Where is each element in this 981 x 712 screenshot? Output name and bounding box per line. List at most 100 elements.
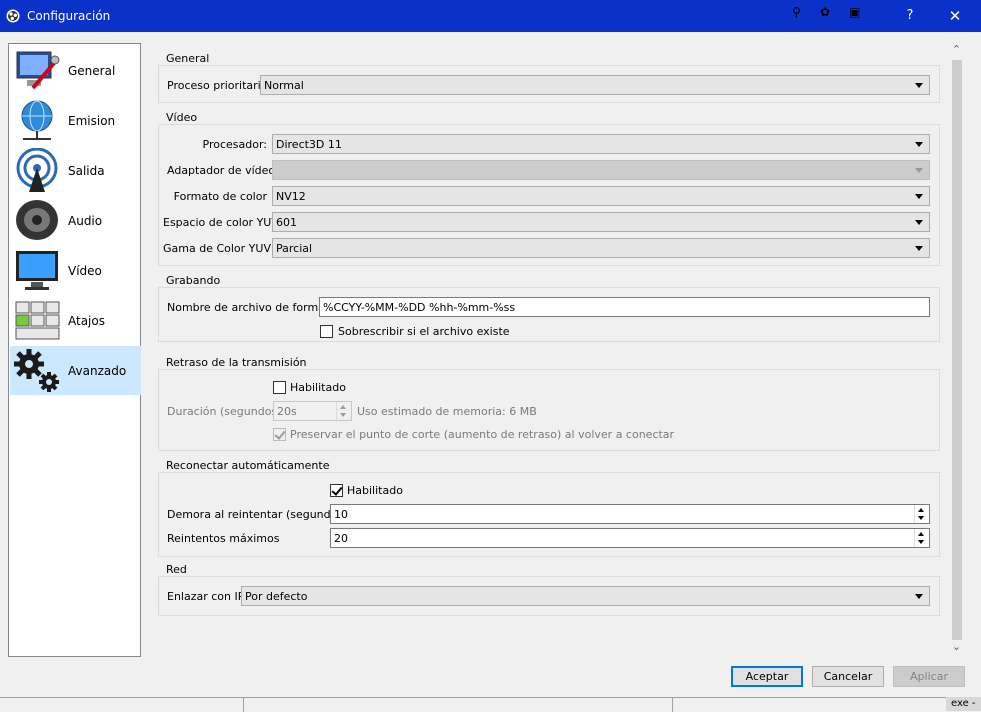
apply-button[interactable]: Aplicar	[893, 666, 965, 687]
duration-value: 20s	[277, 405, 297, 418]
checkmark-icon	[331, 484, 343, 496]
taskbar-fragment-text: exe -	[951, 698, 976, 709]
yuv-space-label: Espacio de color YUV	[163, 216, 279, 229]
spin-up-icon	[918, 532, 924, 536]
max-retries-label: Reintentos máximos	[167, 532, 280, 545]
divider	[672, 698, 673, 712]
spin-down-icon	[918, 516, 924, 520]
scrollbar-thumb[interactable]	[952, 60, 962, 640]
vertical-scrollbar[interactable]: ⌃ ⌄	[948, 43, 965, 657]
sidebar-item-label: Atajos	[68, 314, 105, 328]
yuv-range-label: Gama de Color YUV	[163, 242, 271, 255]
max-retries-spin-buttons[interactable]	[914, 529, 929, 547]
monitor-wrench-icon	[16, 51, 60, 90]
sidebar-item-audio[interactable]: Audio	[10, 196, 141, 245]
filename-format-input[interactable]: %CCYY-%MM-%DD %hh-%mm-%ss	[319, 297, 930, 317]
stream-delay-enabled-checkbox[interactable]	[273, 381, 286, 394]
color-format-select[interactable]: NV12	[272, 186, 930, 206]
reconnect-enabled-checkbox[interactable]	[330, 484, 343, 497]
stream-delay-group-title: Retraso de la transmisión	[166, 356, 307, 369]
adapter-select[interactable]	[272, 160, 930, 180]
retry-delay-spinbox[interactable]: 10	[330, 504, 930, 524]
video-group-title: Vídeo	[166, 111, 198, 124]
priority-select[interactable]: Normal	[260, 75, 930, 95]
accept-button[interactable]: Aceptar	[731, 666, 803, 687]
priority-label: Proceso prioritario	[167, 79, 268, 92]
max-retries-value: 20	[334, 532, 348, 545]
pin-icon: ⚲	[792, 5, 801, 19]
spin-down-icon	[918, 540, 924, 544]
taskbar-fragment: exe -	[946, 697, 981, 711]
spin-down-icon	[340, 413, 346, 417]
obs-logo-icon	[6, 9, 20, 23]
sidebar-item-label: Vídeo	[68, 264, 102, 278]
renderer-value: Direct3D 11	[276, 138, 342, 151]
background-window-strip	[0, 697, 981, 712]
globe-network-icon	[21, 100, 53, 140]
title-bar: Configuración ⚲ ✿ ▣ ? ✕	[0, 0, 981, 32]
retry-delay-value: 10	[334, 508, 348, 521]
chevron-down-icon	[915, 594, 923, 599]
chevron-down-icon	[915, 246, 923, 251]
retry-delay-label: Demora al reintentar (segundos)	[167, 508, 348, 521]
duration-spinbox[interactable]: 20s	[273, 401, 352, 421]
chevron-down-icon	[915, 83, 923, 88]
renderer-select[interactable]: Direct3D 11	[272, 134, 930, 154]
reconnect-enabled-label: Habilitado	[347, 484, 403, 497]
duration-spin-buttons[interactable]	[336, 402, 351, 420]
sidebar-item-label: Audio	[68, 214, 103, 228]
sidebar-item-video[interactable]: Vídeo	[10, 246, 141, 295]
keyboard-keys-icon	[15, 301, 60, 340]
sidebar-item-atajos[interactable]: Atajos	[10, 296, 141, 345]
color-format-value: NV12	[276, 190, 306, 203]
reconnect-group-title: Reconectar automáticamente	[166, 459, 330, 472]
sidebar-item-general[interactable]: General	[10, 46, 141, 95]
bind-ip-select[interactable]: Por defecto	[241, 586, 930, 606]
settings-icon: ✿	[820, 5, 831, 19]
filename-format-label: Nombre de archivo de formato	[167, 301, 336, 314]
yuv-space-value: 601	[276, 216, 297, 229]
gears-icon	[14, 349, 59, 392]
memory-estimate-text: Uso estimado de memoria: 6 MB	[357, 405, 537, 418]
chevron-down-icon	[915, 168, 923, 173]
monitor-icon	[16, 251, 58, 290]
preserve-cutpoint-checkbox[interactable]	[273, 428, 286, 441]
broadcast-tower-icon	[16, 148, 58, 192]
screen-icon: ▣	[849, 5, 861, 19]
speaker-icon	[16, 200, 58, 240]
checkmark-icon	[274, 428, 286, 440]
yuv-space-select[interactable]: 601	[272, 212, 930, 232]
duration-label: Duración (segundos)	[167, 405, 282, 418]
sidebar-item-label: General	[68, 64, 116, 78]
recording-group-title: Grabando	[166, 274, 221, 287]
overwrite-checkbox[interactable]	[320, 325, 333, 338]
yuv-range-select[interactable]: Parcial	[272, 238, 930, 258]
sidebar-item-avanzado[interactable]: Avanzado	[10, 346, 141, 395]
scroll-up-icon[interactable]: ⌃	[948, 43, 965, 60]
cancel-button[interactable]: Cancelar	[812, 666, 884, 687]
renderer-label: Procesador:	[202, 138, 268, 151]
priority-value: Normal	[264, 79, 304, 92]
spin-up-icon	[918, 508, 924, 512]
sidebar-item-label: Salida	[68, 164, 105, 178]
spin-up-icon	[340, 405, 346, 409]
sidebar-item-emision[interactable]: Emision	[10, 96, 141, 145]
retry-delay-spin-buttons[interactable]	[914, 505, 929, 523]
close-button[interactable]: ✕	[938, 0, 972, 32]
color-format-label: Formato de color	[173, 190, 267, 203]
general-group-title: General	[166, 52, 210, 65]
chevron-down-icon	[915, 142, 923, 147]
yuv-range-value: Parcial	[276, 242, 313, 255]
stream-delay-enabled-label: Habilitado	[290, 381, 346, 394]
bind-ip-label: Enlazar con IP	[167, 590, 245, 603]
divider	[243, 698, 244, 712]
adapter-label: Adaptador de vídeo:	[167, 164, 279, 177]
sidebar-item-salida[interactable]: Salida	[10, 146, 141, 195]
chevron-down-icon	[915, 194, 923, 199]
preserve-cutpoint-label: Preservar el punto de corte (aumento de …	[290, 428, 675, 441]
help-button[interactable]: ?	[898, 0, 922, 32]
max-retries-spinbox[interactable]: 20	[330, 528, 930, 548]
window-title: Configuración	[27, 9, 111, 23]
scroll-down-icon[interactable]: ⌄	[948, 640, 965, 657]
bind-ip-value: Por defecto	[245, 590, 308, 603]
